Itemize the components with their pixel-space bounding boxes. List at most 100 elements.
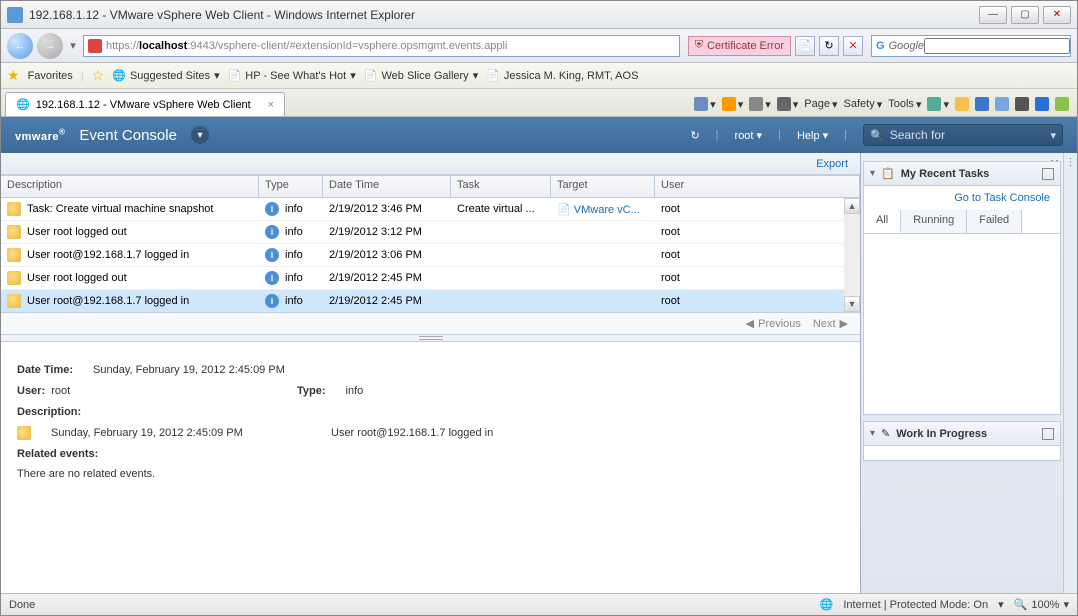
info-icon: i	[265, 294, 279, 308]
event-icon	[7, 225, 21, 239]
wip-header[interactable]: ▾ ✎ Work In Progress	[864, 422, 1060, 446]
jessica-link[interactable]: 📄 Jessica M. King, RMT, AOS	[486, 69, 638, 82]
safety-menu[interactable]: Safety ▾	[844, 98, 883, 111]
cert-error-label: Certificate Error	[707, 40, 784, 52]
table-row[interactable]: Task: Create virtual machine snapshot ii…	[1, 198, 860, 221]
address-bar[interactable]: https://localhost:9443/vsphere-client/#e…	[83, 35, 680, 57]
close-button[interactable]: ✕	[1043, 6, 1071, 24]
table-row[interactable]: User root logged out iinfo 2/19/2012 3:1…	[1, 221, 860, 244]
col-datetime[interactable]: Date Time	[323, 176, 451, 197]
back-button[interactable]: ←	[7, 33, 33, 59]
browser-tab[interactable]: 🌐 192.168.1.12 - VMware vSphere Web Clie…	[5, 92, 285, 116]
console-dropdown[interactable]: ▾	[191, 126, 209, 144]
col-user[interactable]: User	[655, 176, 860, 197]
extra-icon-1[interactable]	[955, 97, 969, 111]
minimize-button[interactable]: —	[979, 6, 1007, 24]
table-row[interactable]: User root@192.168.1.7 logged in iinfo 2/…	[1, 290, 860, 312]
hp-link[interactable]: 📄 HP - See What's Hot ▾	[228, 69, 356, 82]
popout-icon[interactable]	[1042, 428, 1054, 440]
tab-running[interactable]: Running	[901, 210, 967, 233]
col-type[interactable]: Type	[259, 176, 323, 197]
stop-button[interactable]: ✕	[843, 36, 863, 56]
event-icon	[7, 294, 21, 308]
window-title: 192.168.1.12 - VMware vSphere Web Client…	[29, 8, 979, 22]
chevron-down-icon: ▾	[473, 69, 479, 82]
table-row[interactable]: User root@192.168.1.7 logged in iinfo 2/…	[1, 244, 860, 267]
certificate-error-badge[interactable]: ⛨ Certificate Error	[688, 36, 791, 56]
horizontal-splitter[interactable]	[1, 334, 860, 342]
user-menu[interactable]: root ▾	[735, 129, 763, 142]
col-task[interactable]: Task	[451, 176, 551, 197]
page-icon: 📄	[364, 69, 378, 82]
page-menu[interactable]: Page ▾	[804, 98, 837, 111]
dt-label: Date Time:	[17, 360, 73, 381]
refresh-button[interactable]: ↻	[819, 36, 839, 56]
maximize-button[interactable]: ▢	[1011, 6, 1039, 24]
webslice-link[interactable]: 📄 Web Slice Gallery ▾	[364, 69, 478, 82]
vsphere-search[interactable]: 🔍 ▾	[863, 124, 1063, 146]
feeds-button[interactable]: ▾	[722, 97, 744, 111]
col-description[interactable]: Description	[1, 176, 259, 197]
extra-icon-5[interactable]	[1055, 97, 1069, 111]
table-scrollbar[interactable]: ▲ ▼	[844, 198, 860, 312]
chevron-down-icon[interactable]: ▾	[1050, 129, 1056, 142]
nav-history-dropdown[interactable]: ▾	[67, 34, 79, 58]
ie-icon	[7, 7, 23, 23]
tab-all[interactable]: All	[864, 210, 901, 233]
export-link[interactable]: Export	[816, 158, 848, 170]
compat-view-button[interactable]: 📄	[795, 36, 815, 56]
globe-icon: 🌐	[112, 69, 126, 82]
cell-type: info	[285, 226, 303, 238]
table-row[interactable]: User root logged out iinfo 2/19/2012 2:4…	[1, 267, 860, 290]
previous-button[interactable]: ◀ Previous	[746, 317, 801, 330]
tab-close-icon[interactable]: ×	[268, 99, 274, 111]
home-button[interactable]: ▾	[694, 97, 716, 111]
chevron-down-icon: ▾	[870, 428, 875, 439]
ssl-warning-icon	[88, 39, 102, 53]
refresh-button[interactable]: ↻	[690, 129, 699, 142]
task-console-link[interactable]: Go to Task Console	[954, 192, 1050, 204]
type-value: info	[346, 381, 364, 402]
target-link[interactable]: 📄 VMware vC...	[557, 203, 640, 216]
tab-bar: 🌐 192.168.1.12 - VMware vSphere Web Clie…	[1, 89, 1077, 117]
forward-button[interactable]: →	[37, 33, 63, 59]
bluetooth-icon[interactable]	[1035, 97, 1049, 111]
search-box[interactable]: G Google	[871, 35, 1071, 57]
cell-task: Create virtual ...	[451, 203, 551, 215]
search-input[interactable]	[924, 38, 1070, 54]
add-favorite-icon[interactable]: ☆	[92, 67, 105, 84]
favorites-star-icon[interactable]: ★	[7, 67, 20, 84]
scroll-up-icon[interactable]: ▲	[844, 198, 860, 214]
suggested-sites-link[interactable]: 🌐 Suggested Sites ▾	[112, 69, 219, 82]
tab-failed[interactable]: Failed	[967, 210, 1022, 233]
next-button[interactable]: Next ▶	[813, 317, 848, 330]
help-menu[interactable]: Help ▾	[797, 129, 828, 142]
extra-icon-4[interactable]	[1015, 97, 1029, 111]
print-button[interactable]: ▾	[777, 97, 799, 111]
work-in-progress-panel: ▾ ✎ Work In Progress	[863, 421, 1061, 461]
scroll-down-icon[interactable]: ▼	[844, 296, 860, 312]
recent-tasks-header[interactable]: ▾ 📋 My Recent Tasks	[864, 162, 1060, 186]
popout-icon[interactable]	[1042, 168, 1054, 180]
extra-icon-3[interactable]	[995, 97, 1009, 111]
vsphere-search-input[interactable]	[890, 128, 1045, 142]
help-button[interactable]: ▾	[927, 97, 949, 111]
events-table: Description Type Date Time Task Target U…	[1, 175, 860, 334]
cell-type: info	[285, 249, 303, 261]
vmware-logo: vmware®	[15, 127, 65, 143]
search-icon: 🔍	[870, 129, 884, 142]
extra-icon-2[interactable]	[975, 97, 989, 111]
cell-desc: Task: Create virtual machine snapshot	[27, 203, 213, 215]
mail-button[interactable]: ▾	[749, 97, 771, 111]
favorites-menu[interactable]: Favorites	[28, 70, 73, 82]
cell-type: info	[285, 295, 303, 307]
protected-mode-toggle[interactable]: ▾	[998, 598, 1004, 611]
col-target[interactable]: Target	[551, 176, 655, 197]
recent-tasks-title: My Recent Tasks	[901, 168, 1036, 180]
related-label: Related events:	[17, 448, 98, 460]
zoom-control[interactable]: 🔍 100% ▾	[1014, 598, 1069, 611]
right-collapse-handle[interactable]: ⋮	[1063, 153, 1077, 593]
cell-user: root	[655, 295, 860, 307]
page-icon: 📄	[228, 69, 242, 82]
tools-menu[interactable]: Tools ▾	[888, 98, 921, 111]
